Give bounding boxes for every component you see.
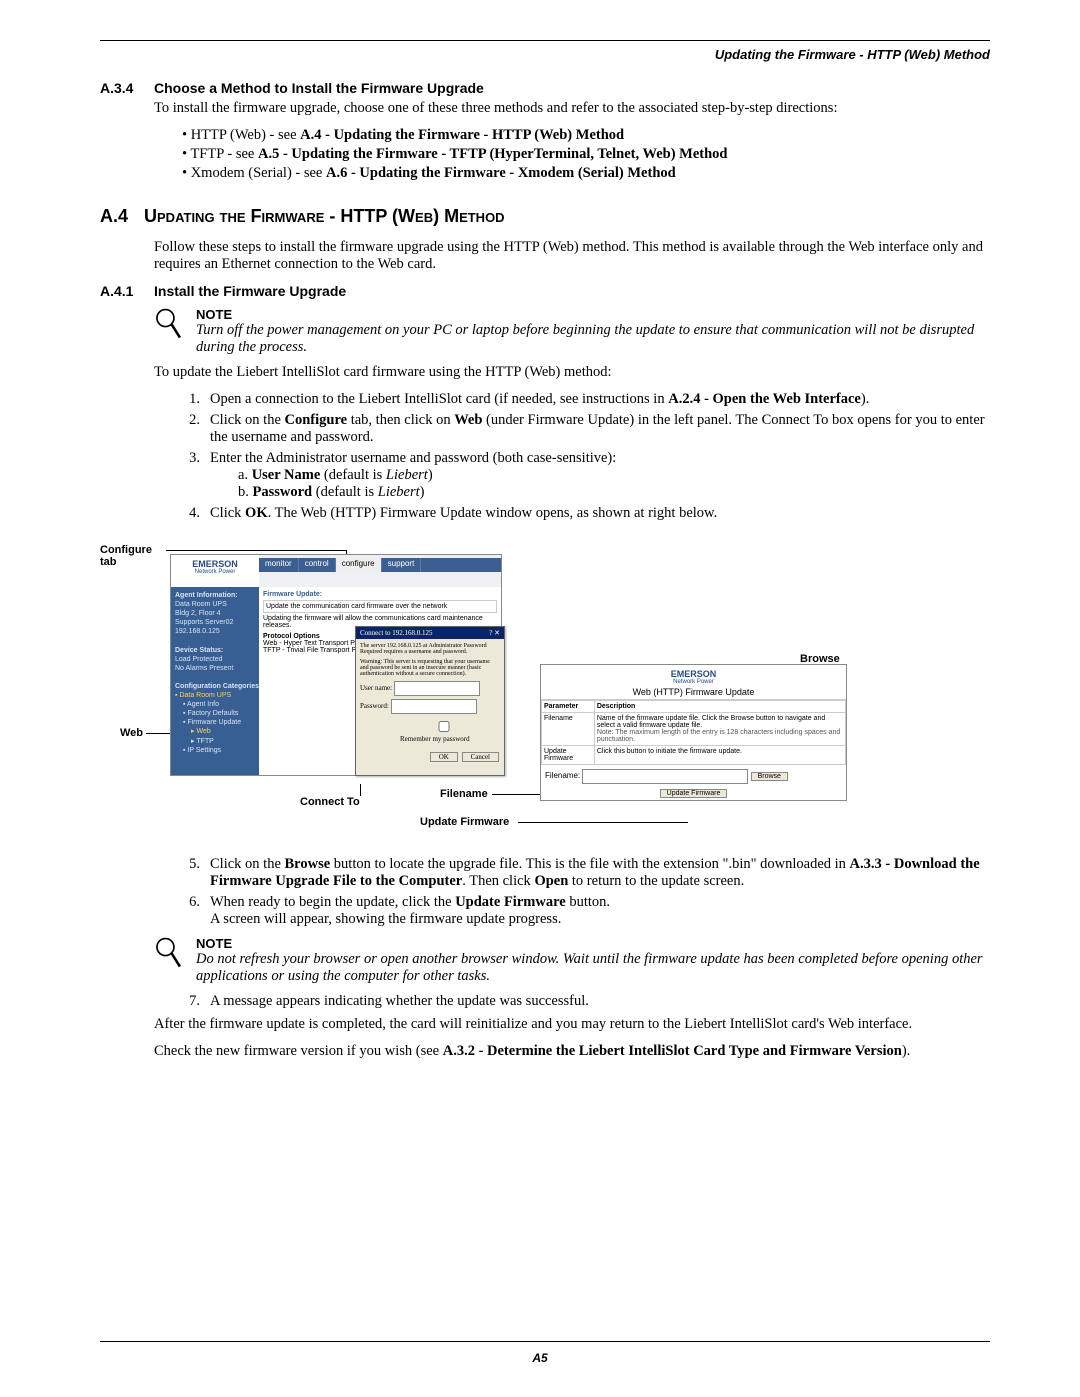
- paragraph: Check the new firmware version if you wi…: [154, 1043, 990, 1060]
- list-item: HTTP (Web) - see A.4 - Updating the Firm…: [182, 127, 990, 144]
- tab-monitor[interactable]: monitor: [259, 558, 299, 572]
- list-item: 2.Click on the Configure tab, then click…: [180, 412, 990, 446]
- tab-bar: monitor control configure support: [259, 558, 501, 572]
- section-a41: A.4.1 Install the Firmware Upgrade NOTE …: [100, 283, 990, 528]
- filename-input[interactable]: [582, 769, 748, 784]
- note-label: NOTE: [196, 307, 990, 322]
- list-item: Xmodem (Serial) - see A.6 - Updating the…: [182, 165, 990, 182]
- paragraph: To install the firmware upgrade, choose …: [154, 100, 990, 117]
- section-a4-heading: A.4 Updating the Firmware - HTTP (Web) M…: [100, 206, 990, 227]
- tab-support[interactable]: support: [382, 558, 422, 572]
- section-title: Choose a Method to Install the Firmware …: [154, 80, 990, 96]
- document-page: Updating the Firmware - HTTP (Web) Metho…: [0, 0, 1080, 1397]
- section-number: A.4.1: [100, 283, 140, 528]
- callout-update-firmware: Update Firmware: [420, 816, 509, 828]
- panel-title: Web (HTTP) Firmware Update: [541, 685, 846, 700]
- tab-control[interactable]: control: [299, 558, 336, 572]
- section-a34: A.3.4 Choose a Method to Install the Fir…: [100, 80, 990, 192]
- brand-logo: EMERSONNetwork Power: [541, 665, 846, 685]
- rule-top: [100, 40, 990, 41]
- connect-dialog: Connect to 192.168.0.125? ✕ The server 1…: [355, 626, 505, 776]
- update-firmware-button[interactable]: Update Firmware: [660, 789, 728, 798]
- callout-web: Web: [120, 727, 143, 739]
- sub-item: a. User Name (default is Liebert): [238, 467, 616, 484]
- section-title: Updating the Firmware - HTTP (Web) Metho…: [144, 206, 505, 227]
- section-title: Install the Firmware Upgrade: [154, 283, 990, 299]
- running-header: Updating the Firmware - HTTP (Web) Metho…: [100, 47, 990, 62]
- parameter-table: ParameterDescription FilenameName of the…: [541, 700, 846, 765]
- page-footer: A5: [0, 1341, 1080, 1367]
- password-input[interactable]: [391, 699, 477, 714]
- brand-logo: EMERSONNetwork Power: [171, 555, 259, 590]
- note-text: Turn off the power management on your PC…: [196, 322, 990, 356]
- magnifier-icon: [154, 936, 186, 975]
- dialog-title: Connect to 192.168.0.125? ✕: [356, 627, 504, 639]
- note-block: NOTE Do not refresh your browser or open…: [154, 936, 990, 985]
- username-input[interactable]: [394, 681, 480, 696]
- paragraph: To update the Liebert IntelliSlot card f…: [154, 364, 990, 381]
- tab-configure[interactable]: configure: [336, 558, 382, 572]
- note-text: Do not refresh your browser or open anot…: [196, 951, 990, 985]
- list-item: 1.Open a connection to the Liebert Intel…: [180, 391, 990, 408]
- list-item: TFTP - see A.5 - Updating the Firmware -…: [182, 146, 990, 163]
- section-number: A.4: [100, 206, 128, 227]
- callout-connect-to: Connect To: [300, 796, 360, 808]
- remember-checkbox[interactable]: [404, 721, 484, 732]
- list-item: 4.Click OK. The Web (HTTP) Firmware Upda…: [180, 505, 990, 522]
- sidebar: Agent Information: Data Room UPS Bldg 2,…: [171, 587, 267, 775]
- ordered-list: 1.Open a connection to the Liebert Intel…: [180, 391, 990, 522]
- callout-configure-tab: Configure tab: [100, 544, 166, 568]
- sub-item: b. Password (default is Liebert): [238, 484, 616, 501]
- sidebar-item-web[interactable]: Web: [196, 728, 210, 735]
- ordered-list-cont: 5.Click on the Browse button to locate t…: [180, 856, 990, 928]
- list-item: 3.Enter the Administrator username and p…: [180, 450, 990, 501]
- cancel-button[interactable]: Cancel: [462, 752, 499, 762]
- ordered-list-cont2: 7.A message appears indicating whether t…: [180, 993, 990, 1010]
- page-number: A5: [532, 1351, 547, 1365]
- note-block: NOTE Turn off the power management on yo…: [154, 307, 990, 356]
- paragraph: Follow these steps to install the firmwa…: [154, 239, 990, 273]
- note-label: NOTE: [196, 936, 990, 951]
- list-item: 7.A message appears indicating whether t…: [180, 993, 990, 1010]
- paragraph: After the firmware update is completed, …: [154, 1016, 990, 1033]
- callout-filename: Filename: [440, 788, 488, 800]
- section-number: A.3.4: [100, 80, 140, 192]
- list-item: 5.Click on the Browse button to locate t…: [180, 856, 990, 890]
- firmware-update-screenshot: EMERSONNetwork Power Web (HTTP) Firmware…: [540, 664, 847, 801]
- magnifier-icon: [154, 307, 186, 346]
- ok-button[interactable]: OK: [430, 752, 458, 762]
- bullet-list: HTTP (Web) - see A.4 - Updating the Firm…: [182, 127, 990, 182]
- list-item: 6.When ready to begin the update, click …: [180, 894, 990, 928]
- browse-button[interactable]: Browse: [751, 772, 788, 781]
- screenshot-diagram: Configure tab Web Browse Connect To File…: [100, 544, 990, 834]
